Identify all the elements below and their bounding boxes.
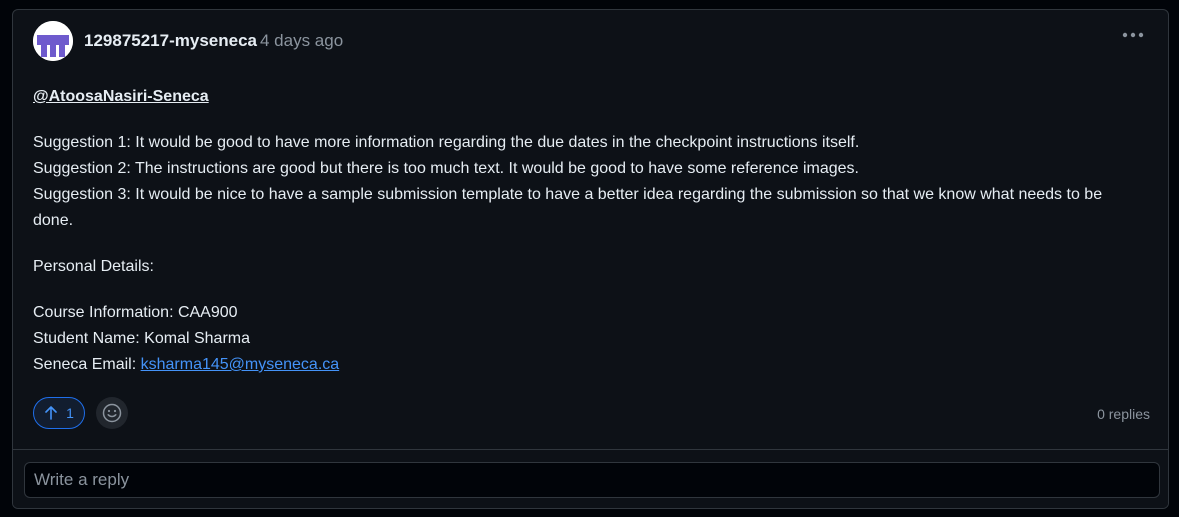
suggestions-paragraph: Suggestion 1: It would be good to have m… xyxy=(33,130,1143,234)
student-name: Student Name: Komal Sharma xyxy=(33,330,250,347)
comment-body: @AtoosaNasiri-Seneca Suggestion 1: It wo… xyxy=(33,84,1143,398)
email-link[interactable]: ksharma145@myseneca.ca xyxy=(141,356,340,373)
course-info: Course Information: CAA900 xyxy=(33,304,238,321)
identicon-avatar-icon xyxy=(33,21,73,61)
user-mention[interactable]: @AtoosaNasiri-Seneca xyxy=(33,88,209,105)
arrow-up-icon xyxy=(45,406,57,420)
details-paragraph: Course Information: CAA900 Student Name:… xyxy=(33,300,1143,378)
email-label: Seneca Email: xyxy=(33,356,141,373)
kebab-horizontal-icon xyxy=(1122,32,1144,38)
smiley-icon xyxy=(102,403,122,423)
comment: 129875217-myseneca 4 days ago @AtoosaNas… xyxy=(13,10,1168,449)
upvote-button[interactable]: 1 xyxy=(33,397,85,429)
suggestion-1: Suggestion 1: It would be good to have m… xyxy=(33,134,860,151)
personal-details-heading: Personal Details: xyxy=(33,258,154,275)
reply-input[interactable] xyxy=(24,462,1160,498)
suggestion-3: Suggestion 3: It would be nice to have a… xyxy=(33,186,1103,229)
reply-area xyxy=(13,449,1168,508)
discussion-comment-card: 129875217-myseneca 4 days ago @AtoosaNas… xyxy=(12,9,1169,509)
upvote-count: 1 xyxy=(66,405,74,421)
timestamp[interactable]: 4 days ago xyxy=(260,31,343,51)
more-options-button[interactable] xyxy=(1118,24,1148,46)
add-reaction-button[interactable] xyxy=(96,397,128,429)
replies-count: 0 replies xyxy=(1097,406,1150,422)
author-name[interactable]: 129875217-myseneca xyxy=(84,31,257,51)
avatar[interactable] xyxy=(33,21,73,61)
suggestion-2: Suggestion 2: The instructions are good … xyxy=(33,160,859,177)
